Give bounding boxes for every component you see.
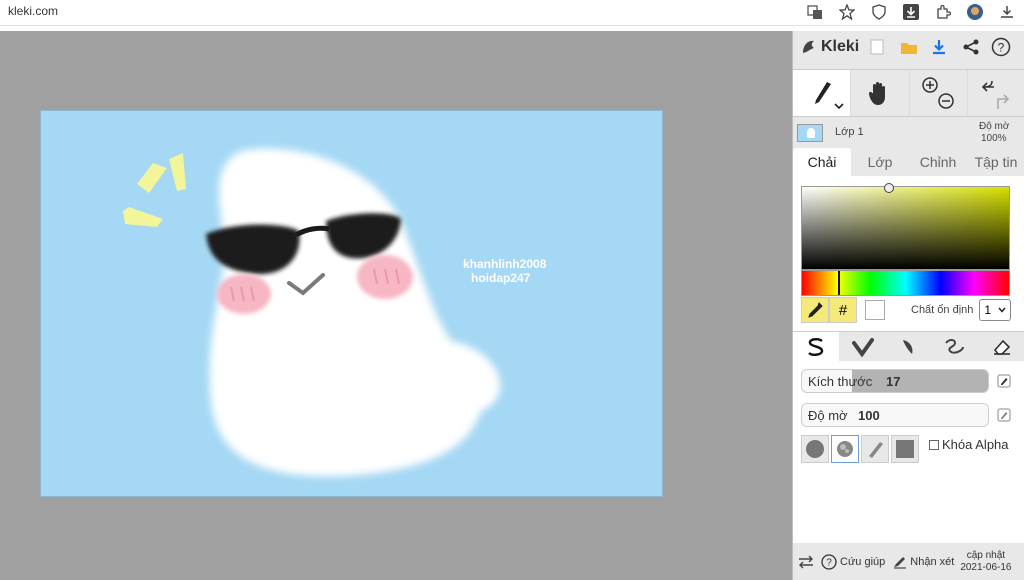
opacity-edit-icon[interactable] xyxy=(997,408,1011,422)
brush-icon xyxy=(814,82,831,104)
translate-icon[interactable] xyxy=(806,2,824,22)
layer-thumbnail[interactable] xyxy=(797,124,823,142)
brush-shape-soft[interactable] xyxy=(831,435,859,463)
tool-panel: Kleki ? Lớp 1 Độ mờ 100% Chải Lớp Chỉnh … xyxy=(792,31,1024,580)
downloads-icon[interactable] xyxy=(998,2,1016,22)
brush-shape-options xyxy=(801,435,919,463)
help-circle-icon: ? xyxy=(821,553,837,570)
size-edit-icon[interactable] xyxy=(997,374,1011,388)
stabilizer-label: Chất ổn định xyxy=(911,304,974,316)
kleki-logo: Kleki xyxy=(799,37,859,57)
pen-brush-icon xyxy=(808,337,824,356)
layer-opacity-label: Độ mờ xyxy=(979,121,1010,132)
circle-shape-icon xyxy=(806,440,824,458)
address-bar[interactable]: kleki.com xyxy=(8,4,58,18)
new-file-icon[interactable] xyxy=(867,37,887,57)
drawing-workspace[interactable]: khanhlinh2008 hoidap247 xyxy=(0,31,792,580)
brush-tool-button[interactable] xyxy=(793,70,852,116)
feedback-icon xyxy=(894,556,907,569)
zoom-out-icon[interactable] xyxy=(938,93,954,109)
tab-layers[interactable]: Lớp xyxy=(851,148,909,176)
swap-side-button[interactable] xyxy=(797,554,815,570)
download-icon[interactable] xyxy=(929,37,949,57)
square-shape-icon xyxy=(896,440,914,458)
accent-stroke xyxy=(137,163,167,193)
accent-stroke xyxy=(123,207,163,227)
blend-brush-button[interactable] xyxy=(839,332,885,361)
swap-arrows-icon xyxy=(799,555,813,568)
eyedropper-icon xyxy=(808,302,823,318)
help-button[interactable]: ? Cứu giúp xyxy=(821,553,885,570)
feedback-button[interactable]: Nhận xét xyxy=(893,555,954,569)
kleki-bird-icon xyxy=(803,40,814,53)
share-icon[interactable] xyxy=(961,37,981,57)
sketchy-brush-icon xyxy=(903,339,913,354)
shield-icon[interactable] xyxy=(870,2,888,22)
shape-brush-button[interactable] xyxy=(932,332,978,361)
watermark: khanhlinh2008 hoidap247 xyxy=(463,257,547,285)
brush-type-row xyxy=(793,331,1024,361)
extensions-icon[interactable] xyxy=(934,2,952,22)
cheek-right xyxy=(357,255,413,299)
zoom-in-icon[interactable] xyxy=(922,77,938,93)
tool-row xyxy=(793,69,1024,117)
drawing-canvas[interactable]: khanhlinh2008 hoidap247 xyxy=(40,110,663,497)
logo-row: Kleki ? xyxy=(793,31,1024,63)
sketchy-brush-button[interactable] xyxy=(886,332,932,361)
pen-brush-button[interactable] xyxy=(793,332,840,361)
zoom-buttons xyxy=(910,70,968,116)
eraser-icon xyxy=(993,339,1010,355)
hue-slider[interactable] xyxy=(801,270,1010,296)
alpha-lock[interactable]: Khóa Alpha xyxy=(929,437,1009,452)
hex-input-button[interactable]: # xyxy=(829,297,857,323)
svg-text:?: ? xyxy=(826,557,832,568)
soft-shape-icon xyxy=(837,441,853,457)
alpha-lock-checkbox[interactable] xyxy=(929,439,939,450)
brush-shape-chisel[interactable] xyxy=(861,435,889,463)
ghost-drawing xyxy=(123,148,501,477)
accent-stroke xyxy=(169,153,186,191)
size-slider-fill xyxy=(852,370,988,392)
color-picker-handle[interactable] xyxy=(884,183,894,193)
download-box-icon[interactable] xyxy=(902,2,920,22)
layer-name: Lớp 1 xyxy=(835,126,864,138)
tab-adjust[interactable]: Chỉnh xyxy=(909,148,967,176)
open-folder-icon[interactable] xyxy=(899,37,919,57)
browser-toolbar: kleki.com xyxy=(0,0,1024,26)
panel-footer: ? Cứu giúp Nhận xét cập nhật 2021-06-16 xyxy=(793,543,1024,580)
brush-shape-circle[interactable] xyxy=(801,435,829,463)
chevron-down-icon xyxy=(998,307,1006,313)
tab-file[interactable]: Tập tin xyxy=(967,148,1024,176)
hand-tool-button[interactable] xyxy=(851,70,910,116)
help-icon[interactable]: ? xyxy=(991,37,1011,57)
svg-text:?: ? xyxy=(998,41,1005,55)
profile-avatar-icon[interactable] xyxy=(966,2,984,22)
color-picker-area[interactable] xyxy=(801,183,1010,270)
cheek-left xyxy=(217,274,271,314)
undo-redo-buttons xyxy=(968,70,1024,116)
stabilizer-select[interactable]: 1 xyxy=(979,299,1012,321)
color-tools-row: # Chất ổn định 1 xyxy=(801,297,1021,323)
eraser-button[interactable] xyxy=(979,332,1024,361)
layer-opacity-value: 100% xyxy=(981,133,1007,144)
secondary-color-swatch[interactable] xyxy=(865,300,885,320)
tab-brush[interactable]: Chải xyxy=(793,148,851,176)
bookmark-star-icon[interactable] xyxy=(838,2,856,22)
blend-brush-icon xyxy=(851,337,874,357)
chisel-shape-icon xyxy=(869,442,883,458)
eyedropper-button[interactable] xyxy=(801,297,829,323)
hue-slider-handle[interactable] xyxy=(838,271,840,295)
update-info[interactable]: cập nhật 2021-06-16 xyxy=(960,550,1011,574)
opacity-slider[interactable]: Độ mờ 100 xyxy=(801,403,989,427)
shape-brush-icon xyxy=(945,338,965,354)
hand-icon xyxy=(868,81,885,105)
redo-icon[interactable] xyxy=(997,94,1010,109)
layer-row[interactable]: Lớp 1 Độ mờ 100% xyxy=(793,119,1024,147)
sunglasses-left-lens xyxy=(206,224,300,275)
panel-tabs: Chải Lớp Chỉnh Tập tin xyxy=(793,148,1024,176)
brush-shape-square[interactable] xyxy=(891,435,919,463)
chevron-down-icon xyxy=(834,103,844,110)
size-slider[interactable]: Kích thước 17 xyxy=(801,369,989,393)
undo-icon[interactable] xyxy=(982,80,995,92)
